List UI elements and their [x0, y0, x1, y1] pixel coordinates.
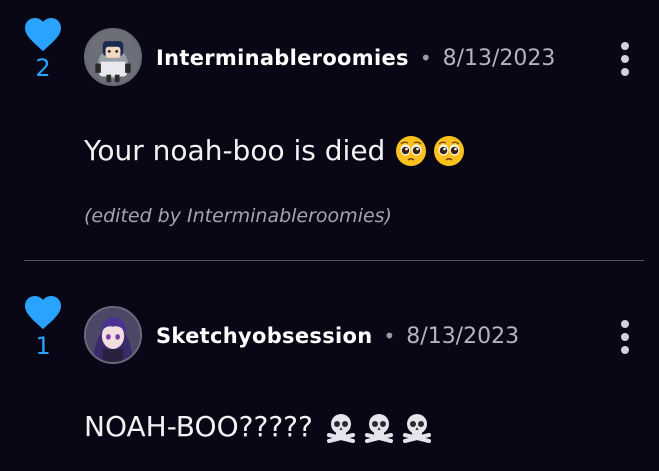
- skull-crossbones-emoji-icon: [325, 411, 357, 443]
- comment-date: 8/13/2023: [442, 45, 556, 71]
- username[interactable]: Interminableroomies: [156, 46, 409, 70]
- like-control: 1: [22, 294, 64, 360]
- more-options-icon[interactable]: [617, 320, 633, 360]
- comment-text-content: Your noah-boo is died: [84, 134, 386, 167]
- meta-separator: •: [383, 324, 396, 348]
- comment-date: 8/13/2023: [406, 323, 520, 349]
- skull-crossbones-emoji-icon: [363, 411, 395, 443]
- heart-icon[interactable]: [23, 16, 63, 52]
- like-count: 1: [35, 332, 51, 360]
- anime-character-avatar-icon: [86, 308, 140, 362]
- more-options-icon[interactable]: [617, 42, 633, 82]
- skull-crossbones-emoji-icon: [401, 411, 433, 443]
- like-count: 2: [35, 54, 51, 82]
- comment-text: Your noah-boo is died: [84, 134, 465, 167]
- heart-icon[interactable]: [23, 294, 63, 330]
- username[interactable]: Sketchyobsession: [156, 324, 372, 348]
- meta-separator: •: [419, 46, 432, 70]
- edited-note: (edited by Interminableroomies): [84, 205, 392, 227]
- avatar[interactable]: [84, 28, 142, 86]
- comment-meta: Sketchyobsession • 8/13/2023: [156, 321, 519, 351]
- pleading-face-emoji-icon: [433, 135, 465, 167]
- pleading-face-emoji-icon: [395, 135, 427, 167]
- comment-text-content: NOAH-BOO?????: [84, 410, 313, 443]
- like-control: 2: [22, 16, 64, 82]
- comment-text: NOAH-BOO?????: [84, 410, 433, 443]
- robot-character-avatar-icon: [86, 30, 140, 84]
- comment-divider: [24, 260, 644, 261]
- comment-meta: Interminableroomies • 8/13/2023: [156, 43, 555, 73]
- avatar[interactable]: [84, 306, 142, 364]
